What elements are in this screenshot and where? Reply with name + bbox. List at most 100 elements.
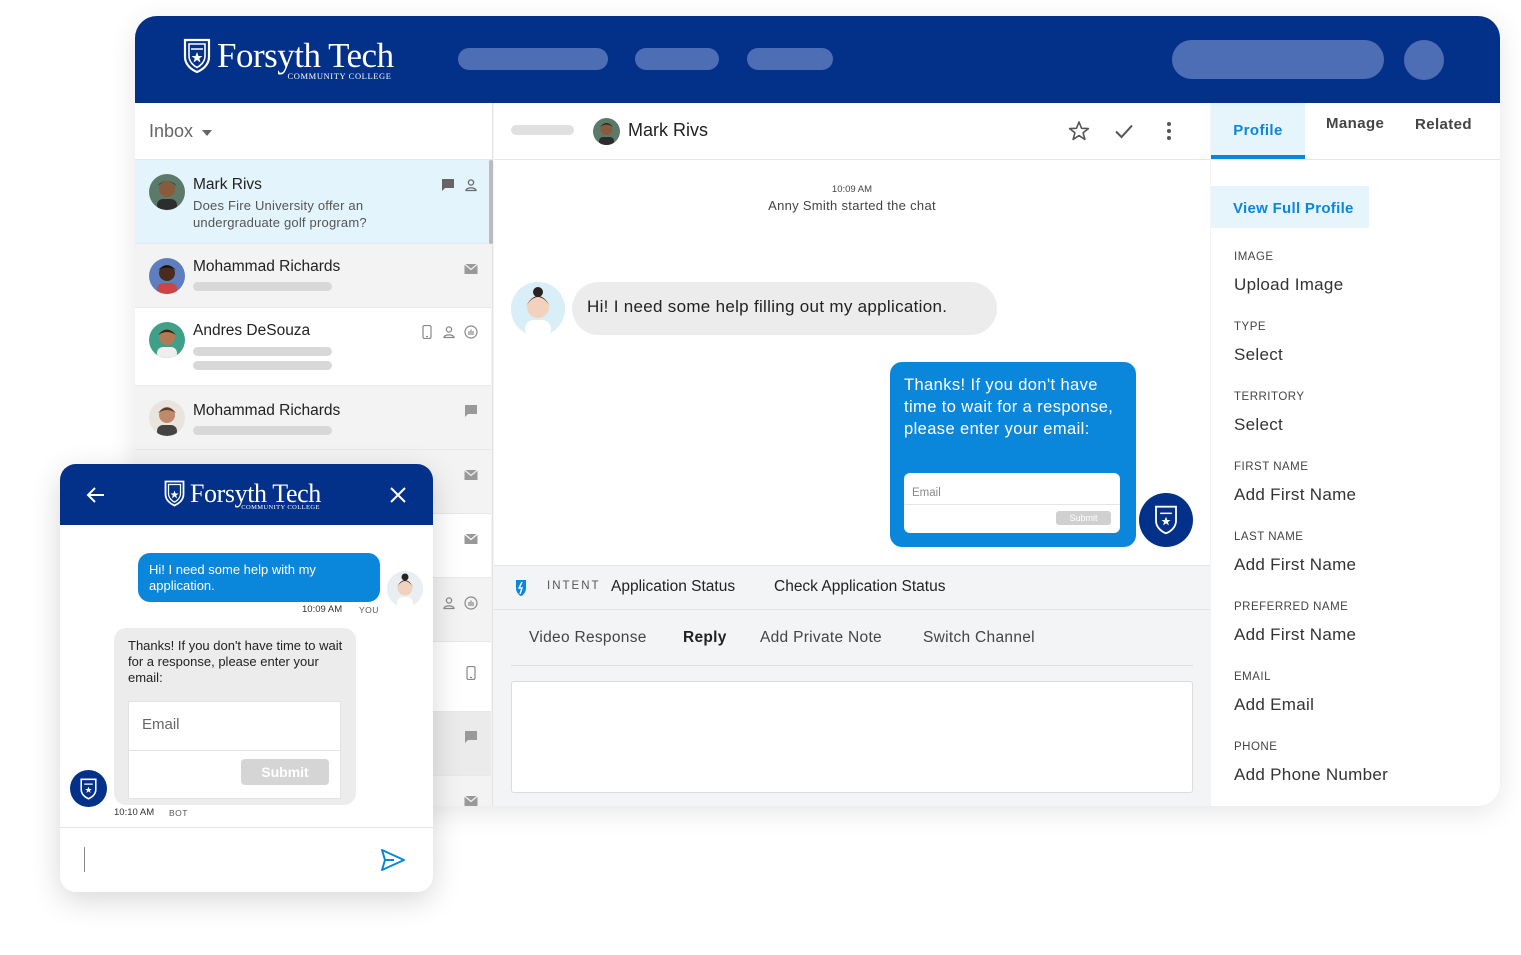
shield-logo-icon (164, 480, 185, 507)
forsyth-tech-logo[interactable]: Forsyth Tech COMMUNITY COLLEGE (183, 36, 394, 81)
scrollbar[interactable] (489, 160, 493, 244)
nav-placeholder-2[interactable] (635, 48, 719, 70)
intent-bar: INTENT Application Status Check Applicat… (494, 565, 1210, 610)
preview-placeholder (193, 282, 332, 291)
profile-tabs: Profile Manage Related (1211, 103, 1500, 160)
email-input[interactable]: Email (142, 717, 180, 733)
star-icon[interactable] (1067, 119, 1091, 143)
bot-avatar (1139, 493, 1193, 547)
widget-divider (60, 827, 433, 828)
intent-action-link[interactable]: Check Application Status (774, 578, 945, 596)
conversation-item[interactable]: Mark Rivs Does Fire University offer an … (135, 160, 491, 244)
mail-icon (464, 469, 478, 480)
tab-add-private-note[interactable]: Add Private Note (760, 629, 882, 647)
user-tag: YOU (359, 605, 379, 615)
intent-value: Application Status (611, 578, 736, 595)
tab-reply[interactable]: Reply (683, 629, 727, 647)
nav-placeholder-1[interactable] (458, 48, 608, 70)
more-vertical-icon[interactable] (1157, 119, 1181, 143)
user-avatar[interactable] (1404, 40, 1444, 80)
search-placeholder[interactable] (1172, 40, 1384, 79)
field-value-type[interactable]: Select (1234, 345, 1283, 365)
forsyth-tech-logo: Forsyth Tech COMMUNITY COLLEGE (164, 479, 321, 511)
bot-message-time: 10:10 AM (114, 807, 155, 818)
send-icon[interactable] (380, 848, 406, 872)
outgoing-message: Thanks! If you don't have time to wait f… (890, 362, 1136, 547)
tab-video-response[interactable]: Video Response (529, 629, 647, 647)
form-divider (129, 750, 340, 751)
field-label-email: EMAIL (1234, 671, 1272, 683)
field-value-first-name[interactable]: Add First Name (1234, 485, 1356, 505)
person-icon (443, 326, 455, 339)
contact-name: Mohammad Richards (193, 402, 341, 419)
tab-related[interactable]: Related (1415, 116, 1472, 133)
chat-bubble-icon (465, 731, 477, 743)
inbox-title: Inbox (149, 120, 194, 141)
chat-bubble-icon (465, 405, 477, 417)
field-label-type: TYPE (1234, 321, 1267, 333)
brand-subtitle: COMMUNITY COLLEGE (241, 504, 320, 511)
shield-logo-icon (183, 38, 211, 74)
system-message: Anny Smith started the chat (768, 198, 936, 213)
reply-composer: Video Response Reply Add Private Note Sw… (494, 610, 1210, 806)
submit-button[interactable]: Submit (1056, 511, 1111, 525)
mail-icon (464, 263, 478, 274)
mobile-phone-icon (422, 325, 432, 339)
email-capture-form: Email Submit (128, 701, 341, 799)
form-divider (904, 504, 1120, 505)
field-value-email[interactable]: Add Email (1234, 695, 1314, 715)
top-bar: Forsyth Tech COMMUNITY COLLEGE (135, 16, 1500, 103)
contact-avatar (149, 400, 185, 436)
bot-message: Thanks! If you don't have time to wait f… (114, 628, 356, 805)
conversation-panel: Mark Rivs 10:09 AM Anny Smith started th… (494, 103, 1210, 806)
message-input[interactable] (84, 847, 85, 872)
preview-placeholder (193, 347, 332, 356)
visitor-avatar (511, 282, 565, 336)
field-value-preferred-name[interactable]: Add First Name (1234, 625, 1356, 645)
field-label-phone: PHONE (1234, 741, 1278, 753)
email-input[interactable]: Email (912, 482, 941, 504)
tab-profile[interactable]: Profile (1211, 103, 1305, 159)
conversation-item[interactable]: Mohammad Richards (135, 386, 491, 450)
checkmark-icon[interactable] (1112, 119, 1136, 143)
user-avatar (387, 571, 423, 607)
nav-placeholder-3[interactable] (747, 48, 833, 70)
field-label-image: IMAGE (1234, 251, 1274, 263)
field-value-phone[interactable]: Add Phone Number (1234, 765, 1388, 785)
conversation-item[interactable]: Mohammad Richards (135, 244, 491, 308)
intent-label: INTENT (547, 580, 601, 592)
chat-widget: Forsyth Tech COMMUNITY COLLEGE Hi! I nee… (60, 464, 433, 892)
brand-name: Forsyth Tech (190, 479, 321, 508)
person-icon (443, 597, 455, 610)
caret-down-icon (202, 129, 213, 136)
person-icon (465, 179, 477, 192)
conversation-header: Mark Rivs (494, 103, 1210, 160)
outgoing-message-text: Thanks! If you don't have time to wait f… (904, 376, 1114, 438)
brand-name: Forsyth Tech (217, 36, 394, 75)
field-label-first-name: FIRST NAME (1234, 461, 1309, 473)
composer-divider (511, 665, 1193, 666)
tab-switch-channel[interactable]: Switch Channel (923, 629, 1035, 647)
tab-manage[interactable]: Manage (1326, 115, 1384, 132)
field-value-territory[interactable]: Select (1234, 415, 1283, 435)
field-value-image[interactable]: Upload Image (1234, 275, 1343, 295)
close-icon[interactable] (387, 484, 409, 506)
inbox-dropdown[interactable]: Inbox (135, 103, 492, 160)
view-full-profile-button[interactable]: View Full Profile (1211, 186, 1369, 228)
contact-name: Mark Rivs (628, 120, 708, 140)
submit-button[interactable]: Submit (241, 759, 329, 785)
user-message: Hi! I need some help with my application… (138, 553, 380, 602)
back-arrow-icon[interactable] (84, 483, 108, 507)
chat-timestamp: 10:09 AM (831, 184, 873, 195)
bot-tag: BOT (169, 808, 188, 818)
contact-avatar (149, 258, 185, 294)
user-message-time: 10:09 AM (302, 604, 343, 615)
field-value-last-name[interactable]: Add First Name (1234, 555, 1356, 575)
brand-subtitle: COMMUNITY COLLEGE (287, 71, 392, 81)
reply-textarea[interactable] (511, 681, 1193, 793)
profile-panel: Profile Manage Related View Full Profile… (1211, 103, 1500, 806)
conversation-item[interactable]: Andres DeSouza (135, 308, 491, 386)
contact-avatar (593, 118, 620, 145)
shield-logo-icon (80, 777, 97, 800)
contact-avatar (149, 174, 185, 210)
